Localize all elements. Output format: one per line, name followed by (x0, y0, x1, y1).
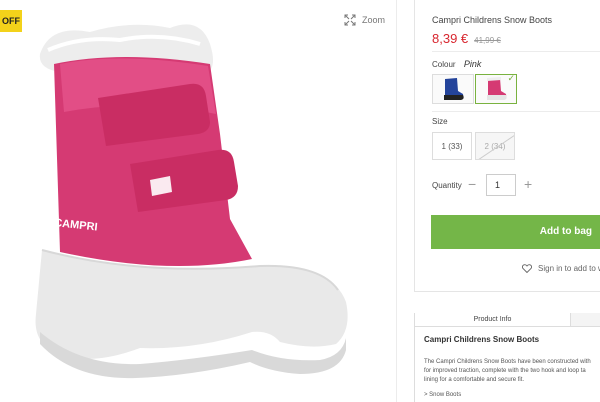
swatch-pink[interactable]: ✓ (475, 73, 517, 104)
product-gallery: OFF Zoom CAMPRI (0, 0, 396, 402)
size-label: Size (432, 117, 448, 126)
category-link[interactable]: > Snow Boots (424, 392, 461, 398)
heart-icon (522, 264, 532, 273)
colour-value: Pink (463, 59, 482, 69)
discount-badge: OFF (0, 10, 22, 32)
wishlist-label: Sign in to add to w (538, 264, 600, 273)
navy-boot-icon (444, 78, 464, 100)
info-title: Campri Childrens Snow Boots (424, 335, 540, 344)
price-block: 8,39 € 41,99 € (432, 31, 501, 46)
tab-secondary[interactable] (571, 313, 600, 327)
original-price: 41,99 € (474, 36, 501, 45)
swatch-navy[interactable] (432, 74, 474, 104)
quantity-input[interactable]: 1 (486, 174, 516, 196)
divider (432, 111, 600, 112)
add-to-bag-button[interactable]: Add to bag (431, 215, 600, 249)
wishlist-link[interactable]: Sign in to add to w (522, 264, 600, 273)
desc-line: for improved traction, complete with the… (424, 368, 586, 374)
zoom-label: Zoom (362, 15, 386, 25)
desc-line: The Campri Childrens Snow Boots have bee… (424, 359, 591, 365)
colour-label: Colour (432, 60, 456, 69)
tab-product-info[interactable]: Product Info (415, 313, 571, 327)
quantity-label: Quantity (432, 181, 462, 190)
size-option[interactable]: 1 (33) (432, 132, 472, 160)
divider (432, 51, 600, 52)
quantity-increase-button[interactable]: + (524, 176, 532, 192)
current-price: 8,39 € (432, 31, 469, 46)
colour-label-row: Colour Pink (432, 59, 481, 69)
size-option-unavailable[interactable]: 2 (34) (475, 132, 515, 160)
panel-divider (396, 0, 397, 402)
product-title: Campri Childrens Snow Boots (432, 15, 553, 25)
quantity-decrease-button[interactable]: − (468, 176, 476, 192)
product-image[interactable]: CAMPRI (20, 14, 360, 389)
desc-line: lining for a comfortable and secure fit. (424, 377, 525, 383)
info-description: The Campri Childrens Snow Boots have bee… (424, 358, 600, 385)
check-icon: ✓ (507, 73, 515, 83)
